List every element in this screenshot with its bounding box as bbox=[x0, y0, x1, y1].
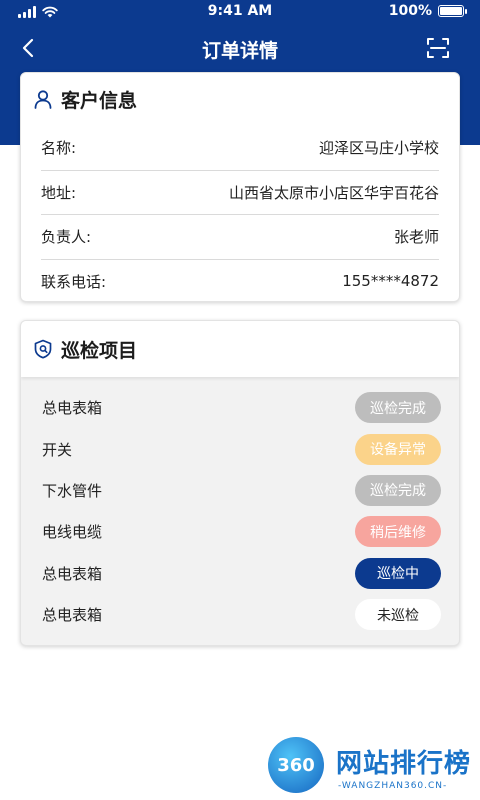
scan-icon bbox=[427, 38, 449, 58]
status-badge[interactable]: 巡检完成 bbox=[355, 392, 441, 424]
patrol-item-name: 总电表箱 bbox=[42, 399, 103, 418]
patrol-item[interactable]: 电线电缆 稍后维修 bbox=[21, 511, 459, 552]
patrol-item[interactable]: 下水管件 巡检完成 bbox=[21, 470, 459, 511]
page-title: 订单详情 bbox=[201, 40, 278, 62]
row-value: 山西省太原市小店区华宇百花谷 bbox=[228, 183, 439, 202]
battery-percent: 100% bbox=[388, 3, 432, 19]
row-value[interactable]: 155****4872 bbox=[342, 272, 439, 290]
status-right: 100% bbox=[388, 3, 467, 19]
row-value: 张老师 bbox=[393, 228, 439, 247]
patrol-item[interactable]: 开关 设备异常 bbox=[21, 428, 459, 469]
patrol-item-name: 总电表箱 bbox=[42, 606, 103, 625]
patrol-item-name: 总电表箱 bbox=[42, 564, 103, 583]
status-badge[interactable]: 设备异常 bbox=[355, 433, 441, 465]
customer-info-rows: 名称: 迎泽区马庄小学校 地址: 山西省太原市小店区华宇百花谷 负责人: 张老师… bbox=[21, 125, 459, 303]
status-bar: 9:41 AM 100% bbox=[0, 0, 480, 24]
customer-row-name: 名称: 迎泽区马庄小学校 bbox=[41, 125, 439, 170]
battery-icon bbox=[438, 5, 467, 17]
watermark-logo: 360 bbox=[268, 737, 324, 793]
patrol-items-header: 巡检项目 bbox=[21, 321, 459, 377]
patrol-item[interactable]: 总电表箱 巡检完成 bbox=[21, 387, 459, 428]
patrol-list: 总电表箱 巡检完成 开关 设备异常 下水管件 巡检完成 电线电缆 稍后维修 总电… bbox=[21, 387, 459, 635]
scan-button[interactable] bbox=[426, 36, 450, 60]
nav-bar: 订单详情 bbox=[0, 30, 480, 66]
status-badge[interactable]: 巡检完成 bbox=[355, 474, 441, 506]
row-label: 名称: bbox=[41, 138, 77, 157]
row-label: 联系电话: bbox=[41, 272, 107, 291]
customer-row-address: 地址: 山西省太原市小店区华宇百花谷 bbox=[41, 169, 439, 215]
patrol-item[interactable]: 总电表箱 未巡检 bbox=[21, 594, 459, 635]
customer-info-header: 客户信息 bbox=[21, 73, 459, 125]
status-badge[interactable]: 巡检中 bbox=[355, 557, 441, 589]
watermark-subtitle: -WANGZHAN360.CN- bbox=[338, 781, 448, 791]
status-badge[interactable]: 稍后维修 bbox=[355, 516, 441, 548]
row-label: 负责人: bbox=[41, 228, 92, 247]
patrol-item-name: 电线电缆 bbox=[42, 523, 103, 542]
customer-row-phone: 联系电话: 155****4872 bbox=[41, 258, 439, 304]
patrol-item-name: 下水管件 bbox=[42, 481, 103, 500]
patrol-item[interactable]: 总电表箱 巡检中 bbox=[21, 553, 459, 594]
watermark: 360 网站排行榜 -WANGZHAN360.CN- bbox=[264, 735, 480, 800]
row-value: 迎泽区马庄小学校 bbox=[318, 138, 439, 157]
row-label: 地址: bbox=[41, 183, 77, 202]
status-badge[interactable]: 未巡检 bbox=[355, 599, 441, 631]
customer-row-contact: 负责人: 张老师 bbox=[41, 214, 439, 259]
watermark-title: 网站排行榜 bbox=[336, 749, 472, 779]
patrol-items-title: 巡检项目 bbox=[61, 339, 138, 362]
customer-info-card: 客户信息 名称: 迎泽区马庄小学校 地址: 山西省太原市小店区华宇百花谷 负责人… bbox=[20, 72, 460, 302]
patrol-items-card: 巡检项目 总电表箱 巡检完成 开关 设备异常 下水管件 巡检完成 电线电缆 稍后… bbox=[20, 320, 460, 646]
customer-info-title: 客户信息 bbox=[61, 89, 138, 112]
battery-fill bbox=[440, 7, 462, 15]
patrol-item-name: 开关 bbox=[42, 440, 73, 459]
shield-icon bbox=[34, 339, 52, 359]
user-icon bbox=[34, 90, 52, 109]
